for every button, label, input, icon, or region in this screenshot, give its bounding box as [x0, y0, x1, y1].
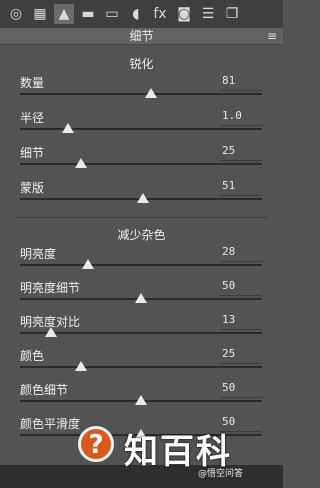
- slider-row: 细节 25: [0, 144, 283, 178]
- slider-label: 颜色平滑度: [20, 417, 81, 431]
- slider-thumb[interactable]: [135, 293, 147, 303]
- panel-header: 细节 ≡: [0, 28, 283, 45]
- slider-track[interactable]: [20, 93, 262, 95]
- slider-thumb[interactable]: [144, 88, 157, 98]
- noise-reduction-title: 减少杂色: [117, 228, 166, 242]
- panel-footer: [0, 465, 283, 488]
- value-underline: [220, 261, 262, 262]
- slider-label: 颜色: [20, 349, 45, 363]
- lens-corrections-icon[interactable]: ◖: [126, 4, 146, 24]
- snapshots-icon[interactable]: ❐: [222, 4, 242, 24]
- slider-value-field[interactable]: 13: [222, 313, 262, 326]
- slider-thumb[interactable]: [45, 327, 58, 337]
- slider-thumb[interactable]: [135, 429, 147, 439]
- sharpening-title: 锐化: [129, 57, 154, 71]
- slider-value-field[interactable]: 25: [222, 347, 262, 360]
- hsl-icon[interactable]: ▬: [78, 4, 98, 24]
- slider-label: 蒙版: [20, 181, 45, 195]
- slider-track[interactable]: [20, 264, 262, 266]
- slider-row: 蒙版 51: [0, 179, 283, 213]
- slider-thumb[interactable]: [62, 123, 75, 133]
- slider-thumb[interactable]: [74, 361, 87, 371]
- slider-row: 半径 1.0: [0, 109, 283, 143]
- value-underline: [220, 125, 262, 126]
- detail-icon[interactable]: ▲: [54, 4, 74, 24]
- slider-thumb[interactable]: [135, 395, 147, 405]
- slider-value-field[interactable]: 50: [222, 415, 262, 428]
- value-underline: [220, 195, 262, 196]
- value-underline: [220, 397, 262, 398]
- panel-menu-icon[interactable]: ≡: [267, 28, 277, 44]
- slider-label: 半径: [20, 111, 45, 125]
- slider-row: 颜色平滑度 50: [0, 415, 283, 449]
- slider-value-field[interactable]: 81: [222, 74, 262, 87]
- value-underline: [220, 90, 262, 91]
- slider-thumb[interactable]: [137, 193, 150, 203]
- value-underline: [220, 329, 262, 330]
- slider-row: 明亮度 28: [0, 245, 283, 279]
- value-underline: [220, 363, 262, 364]
- panel-toolbar: ◎ ▦ ▲ ▬ ▭ ◖ fx ◙ ☰ ❐: [0, 0, 283, 28]
- slider-value-field[interactable]: 28: [222, 245, 262, 258]
- slider-label: 明亮度: [20, 247, 57, 261]
- slider-value-field[interactable]: 51: [222, 179, 262, 192]
- slider-label: 明亮度细节: [20, 281, 81, 295]
- camera-calibration-icon[interactable]: ◙: [174, 4, 194, 24]
- effects-icon[interactable]: fx: [150, 4, 170, 24]
- split-toning-icon[interactable]: ▭: [102, 4, 122, 24]
- value-underline: [220, 295, 262, 296]
- slider-label: 细节: [20, 146, 45, 160]
- slider-value-field[interactable]: 50: [222, 381, 262, 394]
- basic-icon[interactable]: ◎: [6, 4, 26, 24]
- panel-title: 细节: [129, 29, 154, 43]
- slider-label: 数量: [20, 76, 45, 90]
- section-divider: [14, 217, 268, 218]
- slider-value-field[interactable]: 50: [222, 279, 262, 292]
- slider-thumb[interactable]: [81, 259, 94, 269]
- detail-panel: 锐化 减少杂色 数量 81 半径 1.0 细节 25 蒙版 51 明亮度 28 明亮度细节 50 明亮度…: [0, 45, 283, 465]
- slider-value-field[interactable]: 1.0: [222, 109, 262, 122]
- slider-row: 明亮度对比 13: [0, 313, 283, 347]
- slider-track[interactable]: [20, 128, 262, 130]
- value-underline: [220, 431, 262, 432]
- slider-row: 明亮度细节 50: [0, 279, 283, 313]
- value-underline: [220, 160, 262, 161]
- slider-thumb[interactable]: [74, 158, 87, 168]
- slider-track[interactable]: [20, 163, 262, 165]
- slider-row: 颜色 25: [0, 347, 283, 381]
- slider-track[interactable]: [20, 366, 262, 368]
- slider-value-field[interactable]: 25: [222, 144, 262, 157]
- tone-curve-icon[interactable]: ▦: [30, 4, 50, 24]
- slider-label: 颜色细节: [20, 383, 69, 397]
- slider-row: 颜色细节 50: [0, 381, 283, 415]
- presets-icon[interactable]: ☰: [198, 4, 218, 24]
- slider-row: 数量 81: [0, 74, 283, 108]
